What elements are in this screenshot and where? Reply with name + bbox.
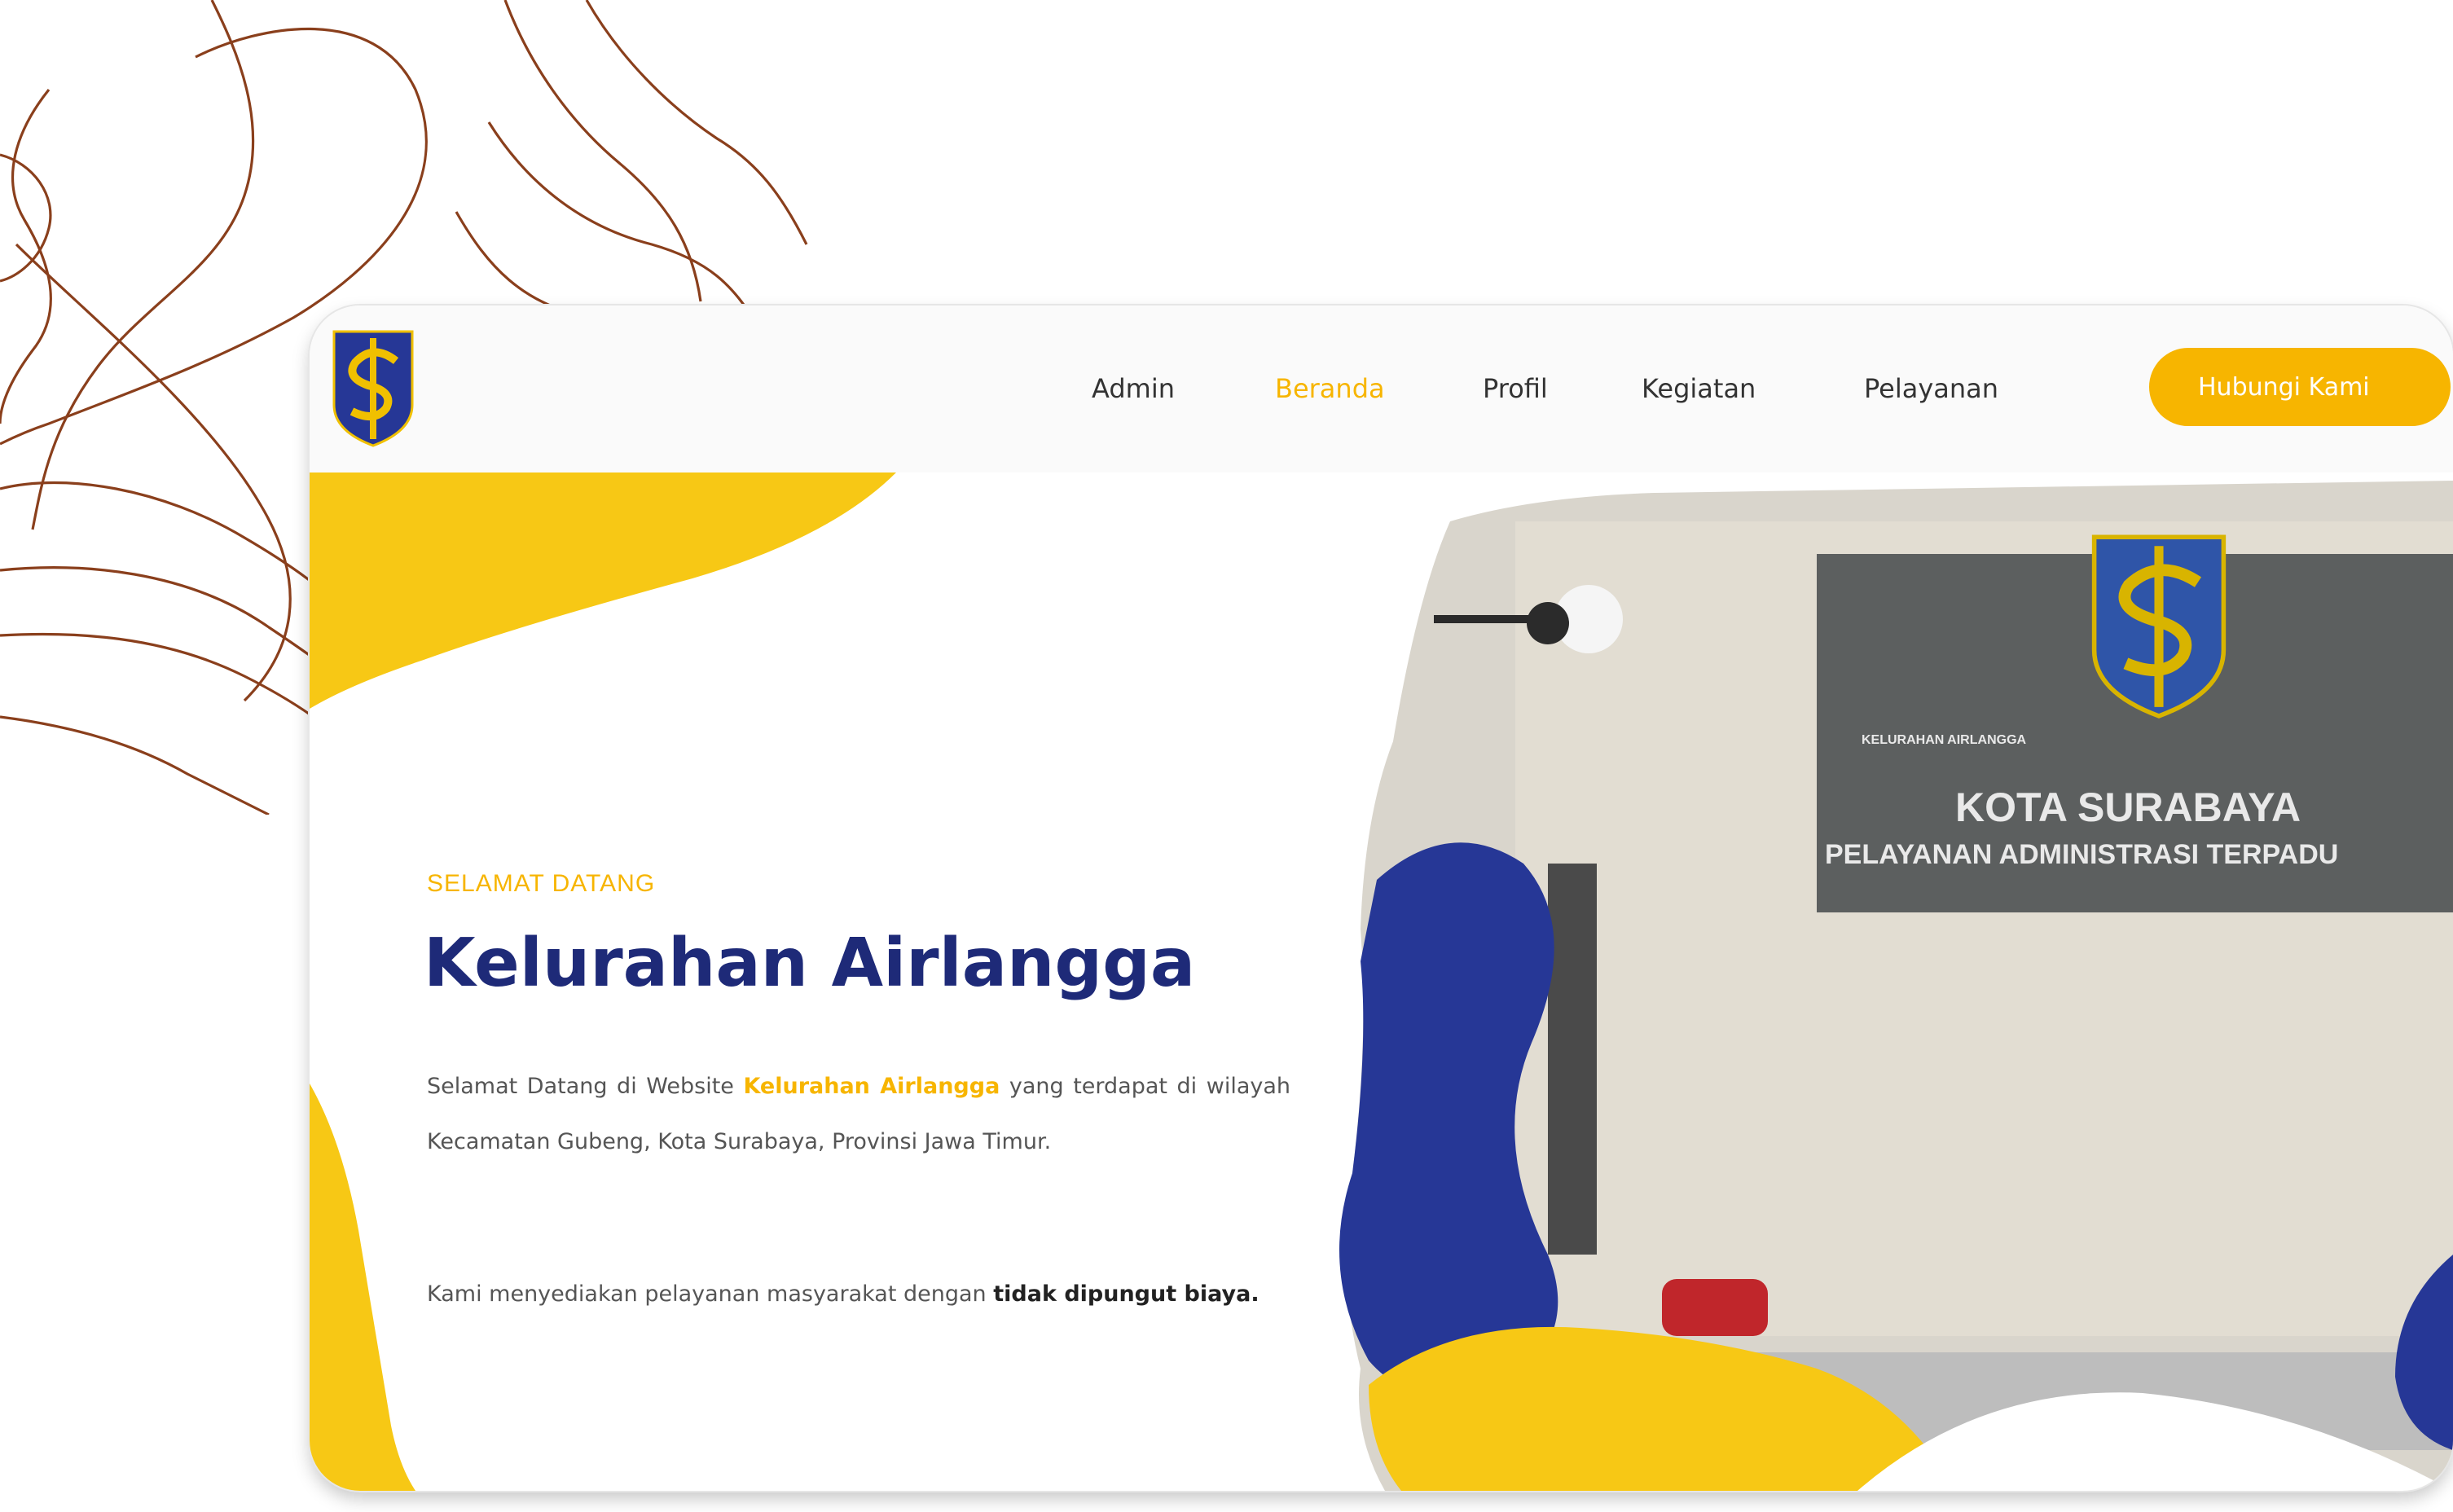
surabaya-emblem-logo[interactable] bbox=[329, 327, 417, 449]
nav-item-profil[interactable]: Profil bbox=[1483, 367, 1548, 410]
sign-line-3: PELAYANAN ADMINISTRASI TERPADU bbox=[1825, 839, 2339, 870]
sign-line-1: KELURAHAN AIRLANGGA bbox=[1862, 733, 2027, 747]
navbar: Admin Beranda Profil Kegiatan Pelayanan … bbox=[310, 305, 2453, 472]
contact-us-button[interactable]: Hubungi Kami bbox=[2149, 348, 2451, 426]
intro-text-start: Selamat Datang di Website bbox=[427, 1074, 744, 1099]
page-title: Kelurahan Airlangga bbox=[424, 925, 1196, 1002]
nav-item-kegiatan[interactable]: Kegiatan bbox=[1642, 367, 1756, 410]
sign-line-2: KOTA SURABAYA bbox=[1955, 785, 2301, 830]
sign-emblem-icon bbox=[2091, 534, 2227, 719]
kelurahan-highlight: Kelurahan Airlangga bbox=[743, 1074, 1000, 1099]
free-of-charge-text: tidak dipungut biaya. bbox=[993, 1281, 1259, 1307]
welcome-label: SELAMAT DATANG bbox=[427, 870, 656, 897]
service-paragraph: Kami menyediakan pelayanan masyarakat de… bbox=[427, 1267, 1290, 1322]
service-text: Kami menyediakan pelayanan masyarakat de… bbox=[427, 1281, 994, 1307]
intro-paragraph: Selamat Datang di Website Kelurahan Airl… bbox=[427, 1059, 1290, 1170]
nav-item-admin[interactable]: Admin bbox=[1092, 367, 1175, 410]
nav-item-pelayanan[interactable]: Pelayanan bbox=[1864, 367, 1998, 410]
website-screenshot-card: Admin Beranda Profil Kegiatan Pelayanan … bbox=[310, 305, 2453, 1491]
page: Admin Beranda Profil Kegiatan Pelayanan … bbox=[0, 0, 2453, 1512]
nav-item-beranda[interactable]: Beranda bbox=[1275, 367, 1385, 410]
hero-section: SELAMAT DATANG Kelurahan Airlangga Selam… bbox=[310, 472, 2453, 1491]
surabaya-emblem-sign-icon bbox=[1026, 481, 1189, 692]
